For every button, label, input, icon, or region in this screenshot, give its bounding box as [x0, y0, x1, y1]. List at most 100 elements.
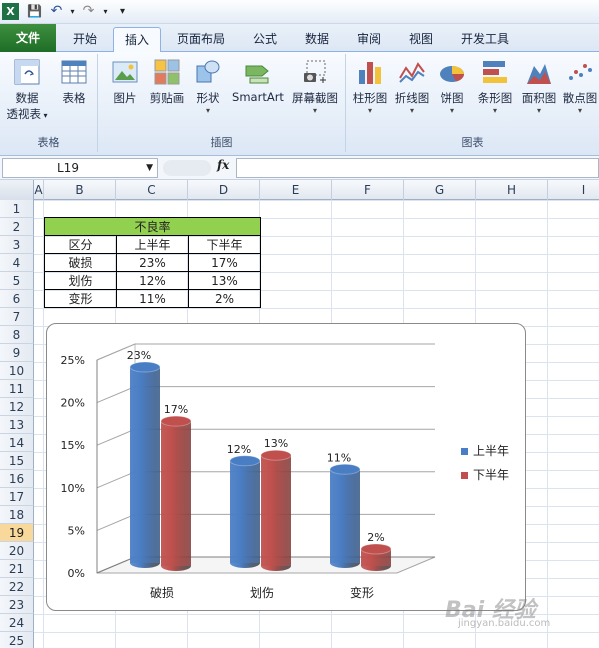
tab-page-layout[interactable]: 页面布局 [166, 27, 236, 52]
screenshot-button[interactable]: 屏幕截图 ▾ [288, 58, 342, 115]
row-header-21[interactable]: 21 [0, 560, 34, 578]
redo-dropdown-icon[interactable]: ▾ [97, 3, 114, 20]
row-header-5[interactable]: 5 [0, 272, 34, 290]
formula-input[interactable] [236, 158, 599, 178]
undo-dropdown-icon[interactable]: ▾ [64, 3, 81, 20]
shapes-icon [196, 60, 220, 83]
chart-container[interactable]: 0% 5% 10% 15% 20% 25% 破损 划伤 变形 23% 17% 12% 13% 11% 2% 上… [46, 323, 526, 611]
group-illustrations-label: 插图 [210, 136, 233, 149]
row-header-12[interactable]: 12 [0, 398, 34, 416]
row-header-7[interactable]: 7 [0, 308, 34, 326]
picture-icon [112, 61, 138, 83]
table-title[interactable]: 不良率 [44, 217, 261, 236]
row-header-23[interactable]: 23 [0, 596, 34, 614]
column-header-i[interactable]: I [548, 180, 599, 200]
bar-top [260, 449, 292, 461]
table-cell[interactable]: 23% [116, 253, 189, 272]
ribbon: 数据 透视表 ▾ 表格 表格 图片 剪贴画 形状 ▾ SmartArt 屏幕截图… [0, 52, 599, 156]
data-label: 17% [164, 403, 188, 416]
column-chart-button[interactable]: 柱形图 ▾ [348, 58, 392, 115]
row-header-17[interactable]: 17 [0, 488, 34, 506]
row-header-24[interactable]: 24 [0, 614, 34, 632]
name-box-dropdown-icon[interactable]: ▼ [146, 159, 153, 177]
tab-view[interactable]: 视图 [396, 27, 446, 52]
table-header[interactable]: 区分 [44, 235, 117, 254]
group-illustrations: 图片 剪贴画 形状 ▾ SmartArt 屏幕截图 ▾ 插图 [98, 54, 346, 152]
x-tick-label: 破损 [150, 585, 174, 600]
column-header-f[interactable]: F [332, 180, 404, 200]
table-cell[interactable]: 12% [116, 271, 189, 290]
row-header-8[interactable]: 8 [0, 326, 34, 344]
table-cell[interactable]: 2% [188, 289, 261, 308]
tab-review[interactable]: 审阅 [344, 27, 394, 52]
insert-function-icon[interactable]: fx [217, 158, 229, 172]
row-header-4[interactable]: 4 [0, 254, 34, 272]
row-header-2[interactable]: 2 [0, 218, 34, 236]
tab-file[interactable]: 文件 [0, 24, 56, 52]
row-header-15[interactable]: 15 [0, 452, 34, 470]
name-box[interactable]: L19 ▼ [2, 158, 158, 178]
grid-line [547, 200, 548, 648]
row-header-3[interactable]: 3 [0, 236, 34, 254]
column-header-h[interactable]: H [476, 180, 548, 200]
row-header-18[interactable]: 18 [0, 506, 34, 524]
tab-developer[interactable]: 开发工具 [450, 27, 520, 52]
row-header-13[interactable]: 13 [0, 416, 34, 434]
group-charts-label: 图表 [461, 136, 484, 149]
clipart-button[interactable]: 剪贴画 [146, 58, 188, 106]
row-header-10[interactable]: 10 [0, 362, 34, 380]
tab-home[interactable]: 开始 [60, 27, 110, 52]
table-button[interactable]: 表格 [54, 58, 94, 106]
picture-button[interactable]: 图片 [106, 58, 144, 106]
column-header-a[interactable]: A [34, 180, 44, 200]
save-icon[interactable]: 💾 [26, 3, 43, 20]
bar-top [360, 543, 392, 555]
bar-chart-button[interactable]: 条形图 ▾ [474, 58, 516, 115]
table-cell[interactable]: 划伤 [44, 271, 117, 290]
row-header-1[interactable]: 1 [0, 200, 34, 218]
column-header-e[interactable]: E [260, 180, 332, 200]
row-header-16[interactable]: 16 [0, 470, 34, 488]
row-header-19[interactable]: 19 [0, 524, 34, 542]
table-header[interactable]: 下半年 [188, 235, 261, 254]
column-header-g[interactable]: G [404, 180, 476, 200]
column-header-d[interactable]: D [188, 180, 260, 200]
pie-chart-button[interactable]: 饼图 ▾ [434, 58, 470, 115]
screenshot-icon [304, 60, 326, 83]
line-chart-button[interactable]: 折线图 ▾ [392, 58, 432, 115]
row-header-25[interactable]: 25 [0, 632, 34, 648]
table-cell[interactable]: 13% [188, 271, 261, 290]
pivot-table-button[interactable]: 数据 透视表 ▾ [4, 58, 50, 122]
tab-data[interactable]: 数据 [292, 27, 342, 52]
tab-formulas[interactable]: 公式 [240, 27, 290, 52]
formula-bar: L19 ▼ fx [0, 156, 599, 180]
column-header-b[interactable]: B [44, 180, 116, 200]
table-cell[interactable]: 变形 [44, 289, 117, 308]
bar-body [261, 455, 291, 566]
customize-icon[interactable]: ▾ [114, 3, 131, 20]
select-all-corner[interactable] [0, 180, 34, 200]
shapes-button[interactable]: 形状 ▾ [190, 58, 226, 115]
excel-logo-icon[interactable]: X [2, 3, 19, 20]
row-header-14[interactable]: 14 [0, 434, 34, 452]
table-icon [61, 60, 87, 84]
row-header-22[interactable]: 22 [0, 578, 34, 596]
table-label: 表格 [62, 91, 86, 105]
formula-bar-resize-handle[interactable] [163, 160, 211, 176]
bar-chart-icon [483, 61, 507, 83]
table-cell[interactable]: 17% [188, 253, 261, 272]
table-cell[interactable]: 破损 [44, 253, 117, 272]
row-header-20[interactable]: 20 [0, 542, 34, 560]
row-header-9[interactable]: 9 [0, 344, 34, 362]
column-header-c[interactable]: C [116, 180, 188, 200]
smartart-button[interactable]: SmartArt [230, 58, 286, 104]
scatter-chart-button[interactable]: 散点图 ▾ [560, 58, 599, 115]
redo-icon[interactable]: ↷ [80, 3, 97, 20]
table-header[interactable]: 上半年 [116, 235, 189, 254]
row-header-11[interactable]: 11 [0, 380, 34, 398]
row-header-6[interactable]: 6 [0, 290, 34, 308]
area-chart-button[interactable]: 面积图 ▾ [518, 58, 560, 115]
undo-icon[interactable]: ↶ [48, 3, 65, 20]
tab-insert[interactable]: 插入 [113, 27, 161, 53]
table-cell[interactable]: 11% [116, 289, 189, 308]
